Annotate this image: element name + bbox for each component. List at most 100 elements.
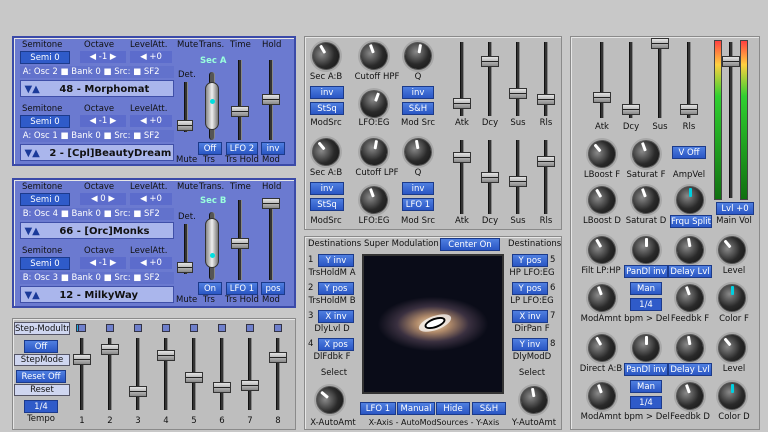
step-fader-cap-6[interactable] [213,382,231,393]
dest-right-button-5[interactable]: Y pos [512,254,548,267]
octave-value-osc4[interactable]: ◀ 0 ▶ [80,193,126,205]
level-value-osc3[interactable]: ◀ +0 [130,257,172,269]
lpf-env-cap-sus[interactable] [509,176,527,187]
octave-value-osc3[interactable]: ◀ -1 ▶ [80,257,126,269]
step-led-7[interactable] [246,324,254,332]
amp-env-cap-sus[interactable] [651,38,669,49]
level-value-osc4[interactable]: ◀ +0 [130,193,172,205]
step-fader-track-4[interactable] [164,338,168,410]
inv-button-hpf-1[interactable]: inv [310,86,344,99]
trans-fader-cap-b[interactable] [205,218,219,268]
semitone-value-osc2[interactable]: Semi 0 [20,51,70,64]
tempo-value[interactable]: 1/4 [24,400,58,413]
hide-button[interactable]: Hide [436,402,470,415]
color-knob-1[interactable] [718,382,746,410]
pandl-knob-1[interactable] [632,334,660,362]
amp-env-cap-dcy[interactable] [622,104,640,115]
step-fader-track-1[interactable] [80,338,84,410]
inv-button-lpf-1[interactable]: inv [310,182,344,195]
hpf-env-cap-dcy[interactable] [481,56,499,67]
octave-value-osc1[interactable]: ◀ -1 ▶ [80,115,126,127]
step-led-2[interactable] [106,324,114,332]
lfo1-auto-button[interactable]: LFO 1 [360,402,396,415]
dest-left-button-4[interactable]: X pos [318,338,354,351]
stsq-button-lpf[interactable]: StSq [310,198,344,211]
secb-lfo-button[interactable]: LFO 1 [226,282,258,295]
xy-pad[interactable] [362,254,504,394]
det-fader-cap-b[interactable] [177,262,193,273]
step-fader-cap-1[interactable] [73,354,91,365]
hpf-env-cap-sus[interactable] [509,88,527,99]
dest-right-button-8[interactable]: Y inv [512,338,548,351]
lvl-value[interactable]: Lvl +0 [716,202,754,215]
step-fader-cap-4[interactable] [157,350,175,361]
lpf-env-cap-atk[interactable] [453,152,471,163]
man-button-0[interactable]: Man [630,282,662,295]
amp-env-cap-atk[interactable] [593,92,611,103]
semitone-value-osc4[interactable]: Semi 0 [20,193,70,206]
hpf-env-cap-rls[interactable] [537,94,555,105]
time-fader-cap-b[interactable] [231,238,249,249]
inv-button-lpf-2[interactable]: inv [402,182,434,195]
reset-off-button[interactable]: Reset Off [16,370,66,383]
amp-env-track-sus[interactable] [658,42,662,118]
step-off-button[interactable]: Off [24,340,58,353]
semitone-value-osc1[interactable]: Semi 0 [20,115,70,128]
frqu-split-label[interactable]: Frqu Split [670,215,712,228]
lfo1-button-lpf[interactable]: LFO 1 [402,198,434,211]
step-fader-track-8[interactable] [276,338,280,410]
step-fader-cap-3[interactable] [129,386,147,397]
voff-button[interactable]: V Off [672,146,706,159]
color-knob-0[interactable] [718,284,746,312]
octave-value-osc2[interactable]: ◀ -1 ▶ [80,51,126,63]
lpf-env-cap-rls[interactable] [537,156,555,167]
sh-auto-button[interactable]: S&H [472,402,506,415]
sh-button-hpf[interactable]: S&H [402,102,434,115]
hold-fader-track-b[interactable] [269,200,273,280]
delay-lvl-button-1[interactable]: Delay Lvl [668,363,712,376]
step-led-4[interactable] [162,324,170,332]
frqu-split-knob[interactable] [676,186,704,214]
amp-env-track-atk[interactable] [600,42,604,118]
semitone-value-osc3[interactable]: Semi 0 [20,257,70,270]
hpf-env-track-dcy[interactable] [488,42,492,116]
dest-left-button-1[interactable]: Y inv [318,254,354,267]
preset-osc4[interactable]: ▼▲ 66 - [Orc]Monks [20,222,174,239]
step-fader-cap-2[interactable] [101,344,119,355]
det-fader-cap[interactable] [177,120,193,131]
man-button-1[interactable]: Man [630,380,662,393]
step-fader-cap-7[interactable] [241,380,259,391]
pandl-inv-button-0[interactable]: PanDl inv [624,265,668,278]
amp-env-cap-rls[interactable] [680,104,698,115]
seca-lfo-button[interactable]: LFO 2 [226,142,258,155]
manual-button[interactable]: Manual [397,402,435,415]
pandl-knob-0[interactable] [632,236,660,264]
secb-on-button[interactable]: On [198,282,222,295]
step-led-6[interactable] [218,324,226,332]
preset-osc2[interactable]: ▼▲ 48 - Morphomat [20,80,174,97]
step-fader-cap-5[interactable] [185,372,203,383]
step-led-1[interactable] [78,324,86,332]
step-fader-track-3[interactable] [136,338,140,410]
lpf-env-track-rls[interactable] [544,140,548,214]
stsq-button-hpf[interactable]: StSq [310,102,344,115]
hold-fader-cap[interactable] [262,94,280,105]
level-value-osc1[interactable]: ◀ +0 [130,115,172,127]
trans-fader-cap[interactable] [205,82,219,130]
center-on-button[interactable]: Center On [440,238,500,251]
secb-pos-button[interactable]: pos [261,282,285,295]
level-value-osc2[interactable]: ◀ +0 [130,51,172,63]
preset-osc3[interactable]: ▼▲ 12 - MilkyWay [20,286,174,303]
seca-off-button[interactable]: Off [198,142,222,155]
pandl-inv-button-1[interactable]: PanDl inv [624,363,668,376]
dest-right-button-7[interactable]: X inv [512,310,548,323]
bpm-value-1[interactable]: 1/4 [630,396,662,409]
step-led-5[interactable] [190,324,198,332]
seca-inv-button[interactable]: inv [261,142,285,155]
inv-button-hpf-2[interactable]: inv [402,86,434,99]
step-fader-track-6[interactable] [220,338,224,410]
step-fader-track-7[interactable] [248,338,252,410]
time-fader-track[interactable] [238,60,242,140]
dest-left-button-2[interactable]: Y pos [318,282,354,295]
hpf-env-track-sus[interactable] [516,42,520,116]
